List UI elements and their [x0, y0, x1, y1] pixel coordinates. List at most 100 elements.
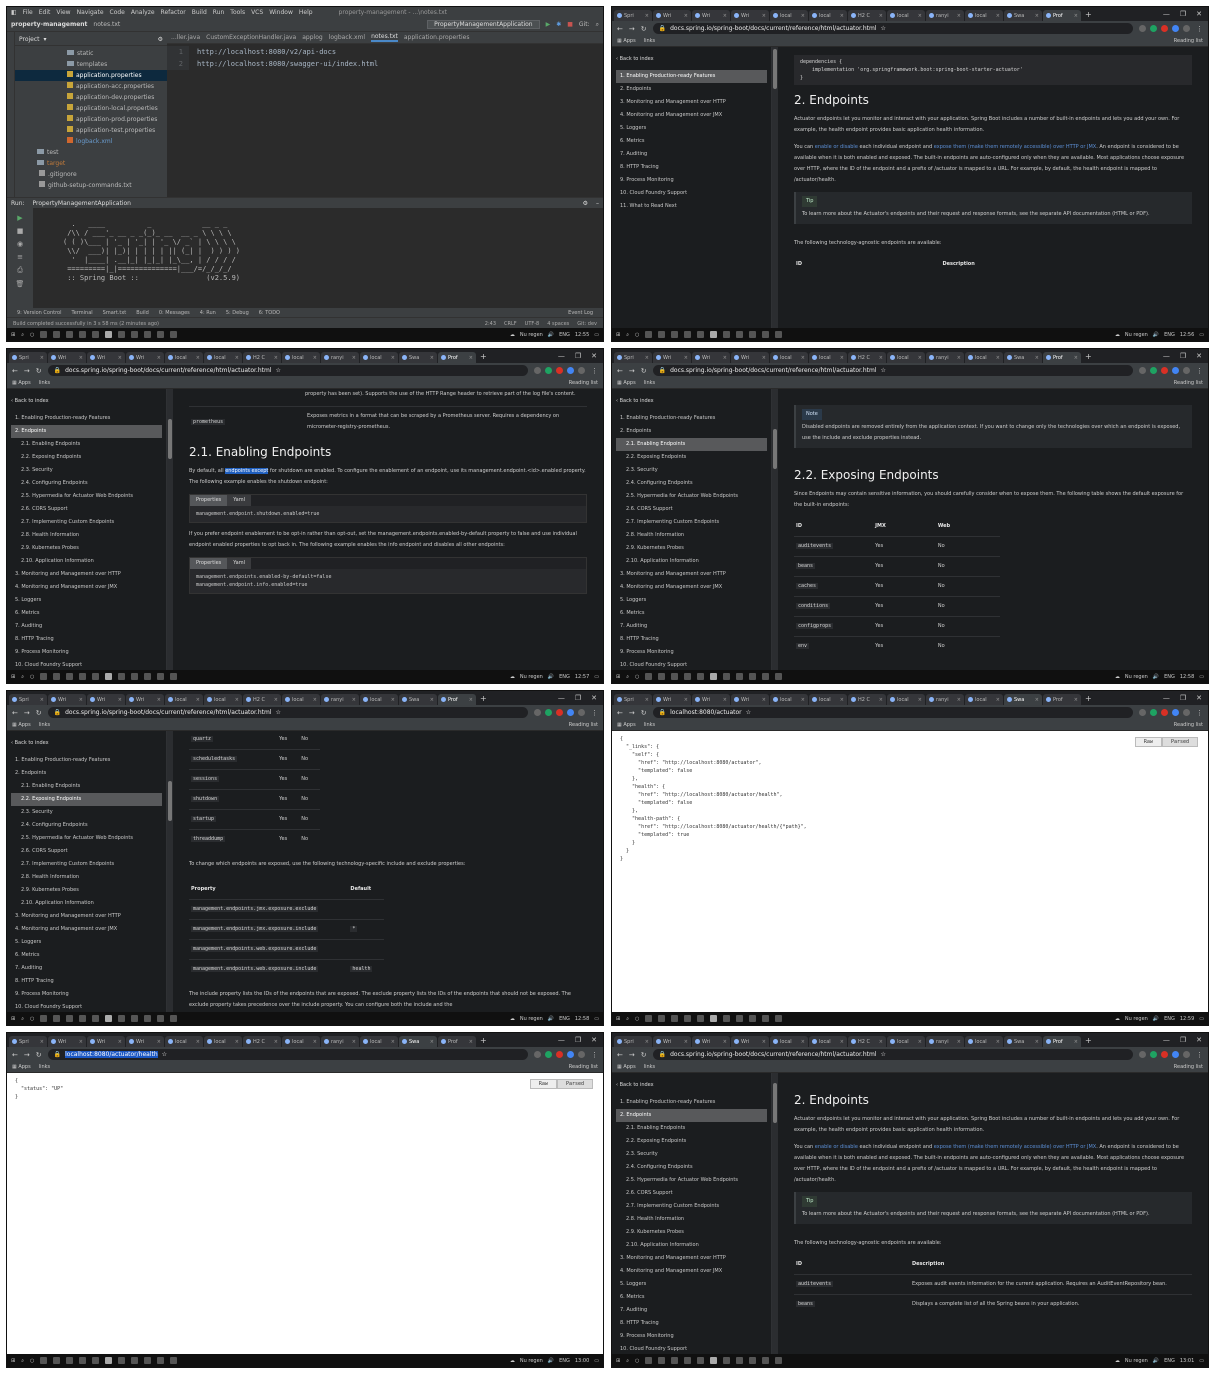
extension-icon[interactable]: [1183, 1051, 1190, 1058]
close-icon[interactable]: ×: [762, 13, 766, 19]
url-text[interactable]: docs.spring.io/spring-boot/docs/current/…: [670, 367, 876, 374]
tree-item[interactable]: github-setup-commands.txt: [15, 180, 167, 191]
toc-item[interactable]: 9. Process Monitoring: [616, 1330, 767, 1343]
taskbar-app-icon[interactable]: [157, 1357, 165, 1364]
browser-tab[interactable]: Wri ×: [692, 352, 730, 363]
editor-tab[interactable]: notes.txt: [371, 33, 398, 42]
taskbar-app-icon[interactable]: [697, 673, 705, 680]
star-icon[interactable]: ☆: [276, 709, 281, 716]
close-icon[interactable]: ×: [313, 1039, 317, 1045]
toc-item[interactable]: 7. Auditing: [11, 962, 162, 975]
browser-tab[interactable]: local ×: [770, 1036, 808, 1047]
menu-icon[interactable]: ⋮: [1196, 367, 1203, 375]
taskbar-app-icon[interactable]: [658, 673, 666, 680]
taskbar-app-icon[interactable]: [775, 1357, 783, 1364]
tree-item[interactable]: static: [15, 48, 167, 59]
close-icon[interactable]: ×: [684, 1039, 688, 1045]
close-icon[interactable]: ×: [196, 355, 200, 361]
browser-tab[interactable]: Wri ×: [48, 352, 86, 363]
taskbar-app-icon[interactable]: [775, 1015, 783, 1022]
browser-tab[interactable]: Spri ×: [9, 694, 47, 705]
extension-icon[interactable]: [1172, 1051, 1179, 1058]
extension-icon[interactable]: [1139, 25, 1146, 32]
close-icon[interactable]: ×: [918, 355, 922, 361]
close-icon[interactable]: ×: [957, 355, 961, 361]
close-icon[interactable]: ×: [762, 355, 766, 361]
browser-tab[interactable]: Wri ×: [87, 352, 125, 363]
scrollbar[interactable]: [772, 1073, 778, 1354]
editor-tab[interactable]: application.properties: [404, 34, 470, 41]
windows-start-icon[interactable]: ⊞: [11, 674, 15, 680]
toc-item[interactable]: 2.8. Health Information: [616, 1213, 767, 1226]
toc-item[interactable]: 2.4. Configuring Endpoints: [11, 819, 162, 832]
close-icon[interactable]: ×: [274, 355, 278, 361]
toc-item[interactable]: 2. Endpoints: [616, 425, 767, 438]
star-icon[interactable]: ☆: [746, 709, 751, 716]
minimize-button[interactable]: —: [558, 1036, 565, 1044]
debug-icon[interactable]: ✱: [556, 21, 561, 28]
gear-icon[interactable]: ⚙: [583, 200, 588, 207]
taskbar-app-icon[interactable]: [645, 1357, 653, 1364]
toc-item[interactable]: 2.10. Application Information: [616, 555, 767, 568]
menu-item[interactable]: Navigate: [77, 9, 104, 16]
taskbar-app-icon[interactable]: [671, 1357, 679, 1364]
notification-icon[interactable]: ▭: [1199, 1016, 1204, 1022]
bookmark-apps[interactable]: ▦ Apps: [617, 1064, 636, 1070]
browser-tab[interactable]: Prof ×: [438, 694, 476, 705]
toc-item[interactable]: 2.6. CORS Support: [616, 1187, 767, 1200]
close-icon[interactable]: ×: [1074, 13, 1078, 19]
new-tab-button[interactable]: +: [1085, 352, 1092, 361]
toc-item[interactable]: 2. Endpoints: [11, 767, 162, 780]
browser-tab[interactable]: Swa ×: [399, 352, 437, 363]
close-icon[interactable]: ×: [801, 697, 805, 703]
toc-item[interactable]: 2.7. Implementing Custom Endpoints: [616, 516, 767, 529]
windows-start-icon[interactable]: ⊞: [616, 1358, 620, 1364]
taskbar-app-icon[interactable]: [53, 1015, 61, 1022]
toc-item[interactable]: 2.2. Exposing Endpoints: [616, 451, 767, 464]
toc-item[interactable]: 6. Metrics: [11, 949, 162, 962]
clock[interactable]: 12:55: [575, 332, 589, 338]
menu-item[interactable]: VCS: [251, 9, 263, 16]
taskbar-app-icon[interactable]: [92, 331, 100, 338]
new-tab-button[interactable]: +: [480, 694, 487, 703]
trash-icon[interactable]: 🗑: [16, 280, 25, 288]
browser-tab[interactable]: local ×: [360, 694, 398, 705]
toc-item[interactable]: 5. Loggers: [11, 936, 162, 949]
forward-icon[interactable]: →: [24, 709, 30, 717]
tool-window-tab[interactable]: Terminal: [72, 310, 93, 316]
task-view-icon[interactable]: ○: [635, 1016, 639, 1022]
notification-icon[interactable]: ▭: [594, 1358, 599, 1364]
tool-window-tab[interactable]: Smart.txt: [103, 310, 127, 316]
bookmark-apps[interactable]: ▦ Apps: [617, 38, 636, 44]
menu-item[interactable]: Code: [110, 9, 125, 16]
taskbar-app-icon[interactable]: [762, 331, 770, 338]
tool-window-tab[interactable]: 4: Run: [200, 310, 216, 316]
browser-tab[interactable]: local ×: [204, 694, 242, 705]
taskbar-app-icon[interactable]: [105, 331, 113, 338]
menu-item[interactable]: View: [56, 9, 70, 16]
toc-item[interactable]: 2.7. Implementing Custom Endpoints: [616, 1200, 767, 1213]
search-icon[interactable]: ⌕: [21, 1016, 24, 1022]
taskbar-app-icon[interactable]: [723, 331, 731, 338]
volume-icon[interactable]: 🔊: [548, 674, 554, 680]
bookmark-links[interactable]: links: [644, 38, 655, 44]
extension-icon[interactable]: [534, 367, 541, 374]
browser-tab[interactable]: local ×: [204, 352, 242, 363]
weather-icon[interactable]: ☁: [510, 1016, 515, 1022]
maximize-button[interactable]: ❐: [1180, 1036, 1186, 1044]
browser-tab[interactable]: Prof ×: [1043, 1036, 1081, 1047]
browser-tab[interactable]: Spri ×: [614, 352, 652, 363]
clock[interactable]: 12:59: [1180, 1016, 1194, 1022]
close-icon[interactable]: ×: [1074, 1039, 1078, 1045]
tree-item[interactable]: application.properties: [15, 70, 167, 81]
toc-item[interactable]: 4. Monitoring and Management over JMX: [616, 581, 767, 594]
toc-item[interactable]: 11. What to Read Next: [616, 200, 767, 213]
toc-item[interactable]: 6. Metrics: [616, 1291, 767, 1304]
close-icon[interactable]: ×: [391, 355, 395, 361]
windows-start-icon[interactable]: ⊞: [616, 674, 620, 680]
toc-item[interactable]: 7. Auditing: [616, 148, 767, 161]
tree-item[interactable]: application-acc.properties: [15, 81, 167, 92]
browser-tab[interactable]: Wri ×: [653, 352, 691, 363]
toc-item[interactable]: 6. Metrics: [616, 135, 767, 148]
task-view-icon[interactable]: ○: [635, 332, 639, 338]
